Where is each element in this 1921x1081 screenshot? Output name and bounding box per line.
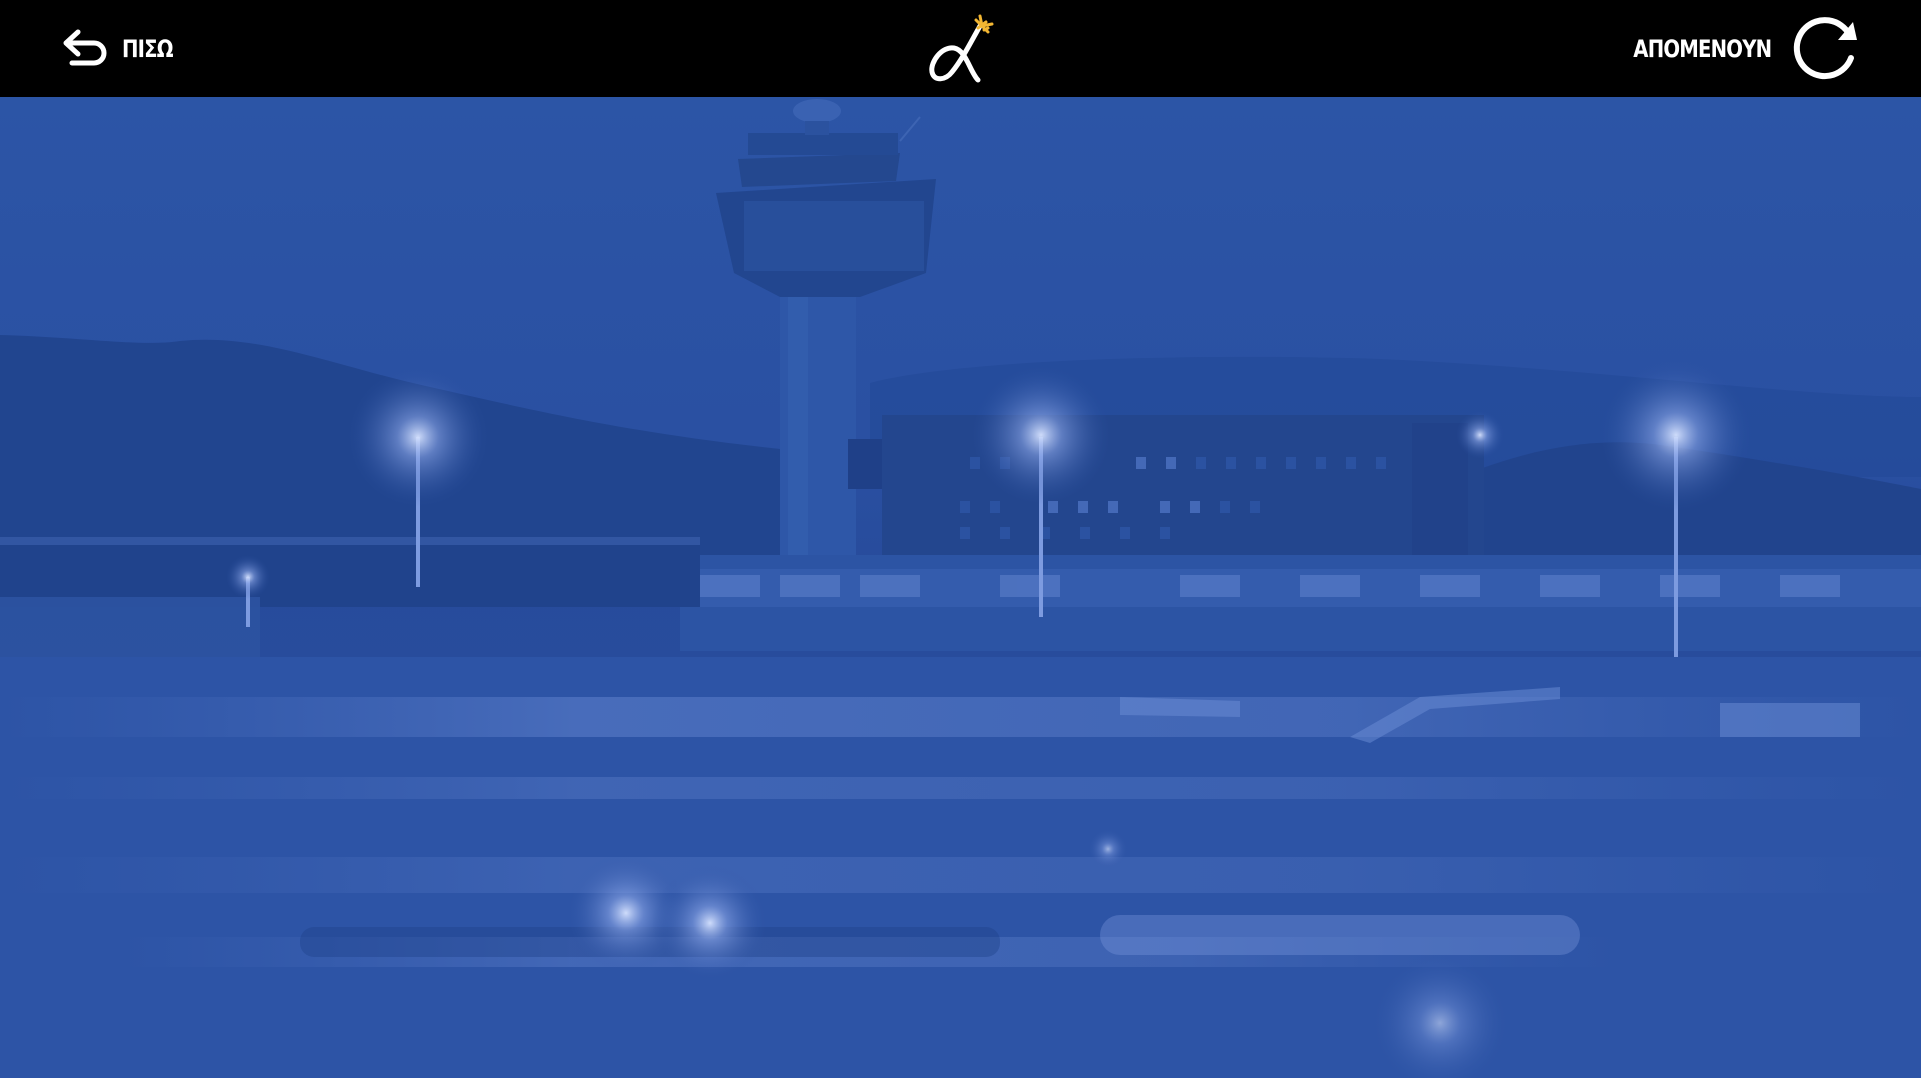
airport-background-image — [0, 97, 1921, 1081]
back-label: ΠΙΣΩ — [122, 35, 174, 63]
refresh-icon — [1791, 12, 1863, 86]
back-arrow-icon — [62, 29, 110, 69]
remaining-label: ΑΠΟΜΕΝΟΥΝ — [1632, 35, 1772, 63]
back-button[interactable]: ΠΙΣΩ — [62, 28, 184, 70]
app-screen: ΠΙΣΩ ΑΠΟΜΕΝΟΥΝ — [0, 0, 1921, 1081]
alpha-plane-logo — [922, 10, 998, 86]
remaining-button[interactable]: ΑΠΟΜΕΝΟΥΝ — [1603, 14, 1863, 84]
top-bar: ΠΙΣΩ ΑΠΟΜΕΝΟΥΝ — [0, 0, 1921, 97]
